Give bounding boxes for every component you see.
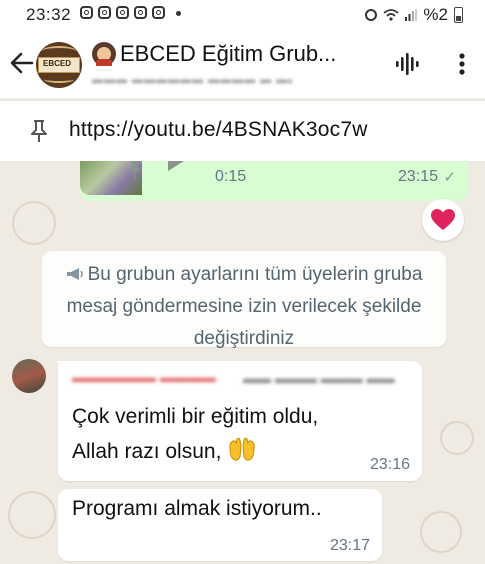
voice-timestamp: 23:15: [397, 168, 438, 185]
heart-icon: [431, 209, 455, 230]
audio-waveform[interactable]: [208, 161, 438, 163]
group-avatar-text: EBCED: [43, 59, 72, 68]
sender-name-redacted: ▬▬▬▬▬▬ ▬▬▬▬: [72, 369, 216, 385]
more-options-icon[interactable]: [452, 52, 472, 76]
message-text: Çok verimli bir eğitim oldu, Allah razı …: [72, 405, 319, 463]
battery-icon: [454, 7, 463, 23]
pinned-link[interactable]: https://youtu.be/4BSNAK3oc7w: [69, 118, 368, 142]
more-notifications-dot: [176, 11, 181, 16]
instagram-icon: [152, 6, 165, 19]
notification-icons: [80, 6, 181, 19]
incoming-message[interactable]: Programı almak istiyorum.. 23:17: [58, 489, 382, 561]
message-timestamp: 23:16: [369, 456, 410, 473]
wallpaper-doodle: [440, 421, 474, 455]
group-title-area[interactable]: EBCED Eğitim Grub...: [92, 41, 372, 67]
back-arrow-icon[interactable]: [8, 49, 36, 77]
megaphone-icon: [66, 268, 83, 280]
battery-percent: %2: [423, 5, 448, 24]
wallpaper-doodle: [420, 511, 462, 553]
voice-chat-icon[interactable]: [394, 52, 422, 76]
status-bar: 23:32 %2: [0, 0, 485, 28]
wallpaper-doodle: [8, 491, 56, 539]
instagram-icon: [116, 6, 129, 19]
incoming-message[interactable]: ▬▬▬▬▬▬ ▬▬▬▬ ▬▬ ▬▬▬ ▬▬▬ ▬▬ Çok verimli bi…: [58, 361, 422, 481]
outgoing-voice-message[interactable]: 0:15 23:15 ✓: [80, 161, 468, 201]
raising-hands-emoji-icon: [229, 437, 255, 461]
system-message: Bu grubun ayarlarını tüm üyelerin gruba …: [42, 251, 446, 349]
wallpaper-doodle: [12, 201, 56, 245]
play-icon[interactable]: [168, 161, 184, 171]
pinned-message-bar[interactable]: https://youtu.be/4BSNAK3oc7w: [0, 100, 485, 162]
reaction-badge[interactable]: [422, 199, 464, 241]
instagram-icon: [98, 6, 111, 19]
teacher-emoji-icon: [92, 42, 116, 66]
group-avatar[interactable]: EBCED: [36, 42, 82, 88]
message-text: Programı almak istiyorum..: [72, 497, 322, 520]
group-members-subtitle: ▬▬▬ ▬▬▬▬▬▬ ▬▬▬▬ ▬ ▬▬▬: [92, 74, 292, 86]
system-message-text: Bu grubun ayarlarını tüm üyelerin gruba …: [66, 264, 423, 349]
message-timestamp: 23:17: [329, 537, 370, 554]
status-time: 23:32: [26, 5, 72, 24]
alarm-icon: [365, 9, 378, 21]
instagram-icon: [134, 6, 147, 19]
voice-duration: 0:15: [215, 168, 247, 185]
wifi-icon: [383, 9, 400, 21]
pin-icon: [31, 120, 47, 142]
group-name: EBCED Eğitim Grub...: [92, 41, 372, 67]
instagram-icon: [80, 6, 93, 19]
delivered-check-icon: ✓: [443, 169, 456, 186]
sender-phone-redacted: ▬▬ ▬▬▬ ▬▬▬ ▬▬: [243, 370, 395, 386]
chat-header: EBCED EBCED Eğitim Grub... ▬▬▬ ▬▬▬▬▬▬ ▬▬…: [0, 28, 485, 98]
microphone-icon: [129, 161, 141, 179]
sender-avatar[interactable]: [12, 359, 46, 393]
chat-area[interactable]: 0:15 23:15 ✓ Bu grubun ayarlarını tüm üy…: [0, 161, 485, 564]
signal-icon: [405, 9, 418, 21]
status-right: %2: [365, 5, 463, 25]
